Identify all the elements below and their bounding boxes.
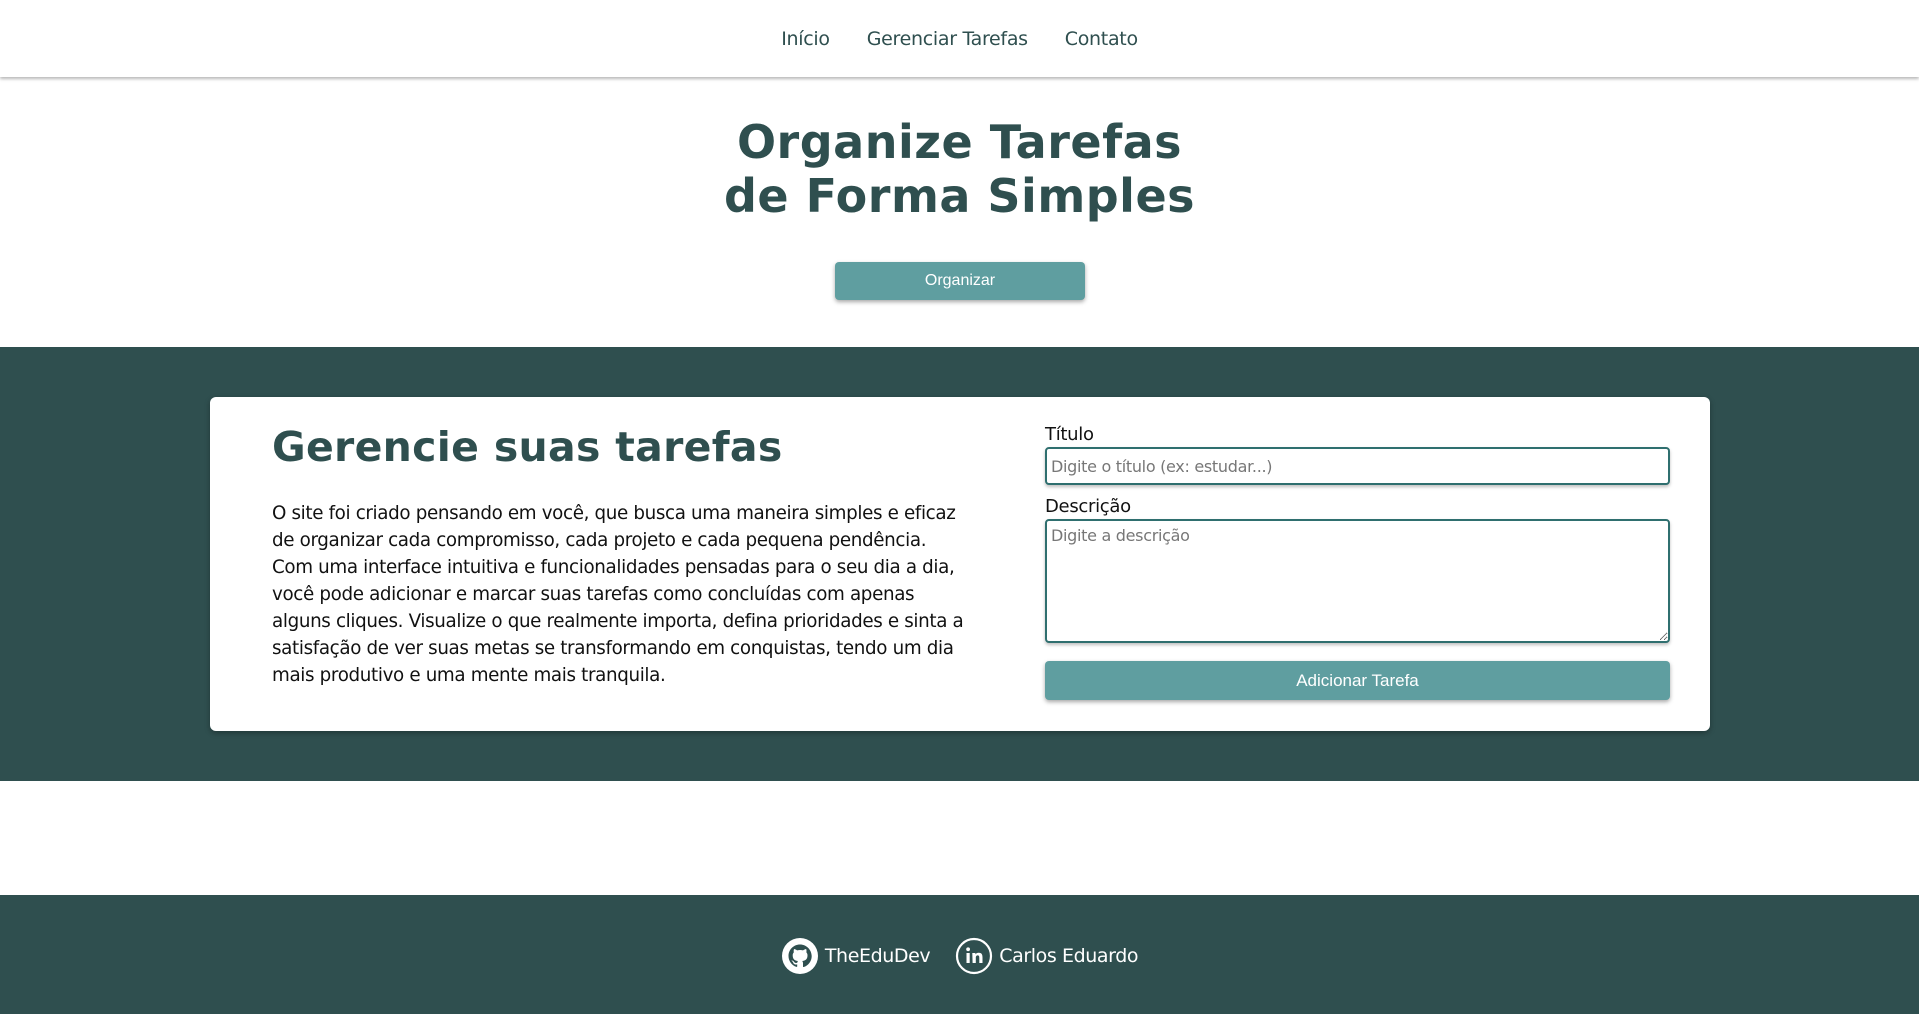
github-icon <box>781 937 819 975</box>
linkedin-icon <box>955 937 993 975</box>
description-label: Descrição <box>1045 496 1131 517</box>
hero-title-line-1: Organize Tarefas <box>736 115 1183 169</box>
nav-link-contato[interactable]: Contato <box>1065 28 1138 50</box>
manage-tasks-card: Gerencie suas tarefas O site foi criado … <box>210 397 1710 731</box>
add-task-button[interactable]: Adicionar Tarefa <box>1045 661 1670 700</box>
linkedin-name: Carlos Eduardo <box>999 944 1139 967</box>
linkedin-link[interactable]: Carlos Eduardo <box>955 937 1139 975</box>
hero-title: Organize Tarefas de Forma Simples <box>0 115 1919 223</box>
github-link[interactable]: TheEduDev <box>781 937 931 975</box>
top-navigation: Início Gerenciar Tarefas Contato <box>0 0 1919 77</box>
manage-tasks-section: Gerencie suas tarefas O site foi criado … <box>0 347 1919 781</box>
hero-title-line-2: de Forma Simples <box>723 169 1196 223</box>
hero-section: Organize Tarefas de Forma Simples Organi… <box>0 77 1919 347</box>
organizar-button[interactable]: Organizar <box>835 262 1085 300</box>
github-username: TheEduDev <box>824 944 931 967</box>
manage-tasks-description: O site foi criado pensando em você, que … <box>272 503 964 686</box>
nav-link-gerenciar-tarefas[interactable]: Gerenciar Tarefas <box>867 28 1028 50</box>
add-task-form: Título Descrição Adicionar Tarefa <box>1045 423 1670 700</box>
footer: TheEduDev Carlos Eduardo <box>0 895 1919 1014</box>
manage-tasks-heading: Gerencie suas tarefas <box>272 423 783 471</box>
nav-link-inicio[interactable]: Início <box>781 28 830 50</box>
title-input[interactable] <box>1045 447 1670 485</box>
title-label: Título <box>1045 424 1094 445</box>
description-textarea[interactable] <box>1045 519 1670 643</box>
